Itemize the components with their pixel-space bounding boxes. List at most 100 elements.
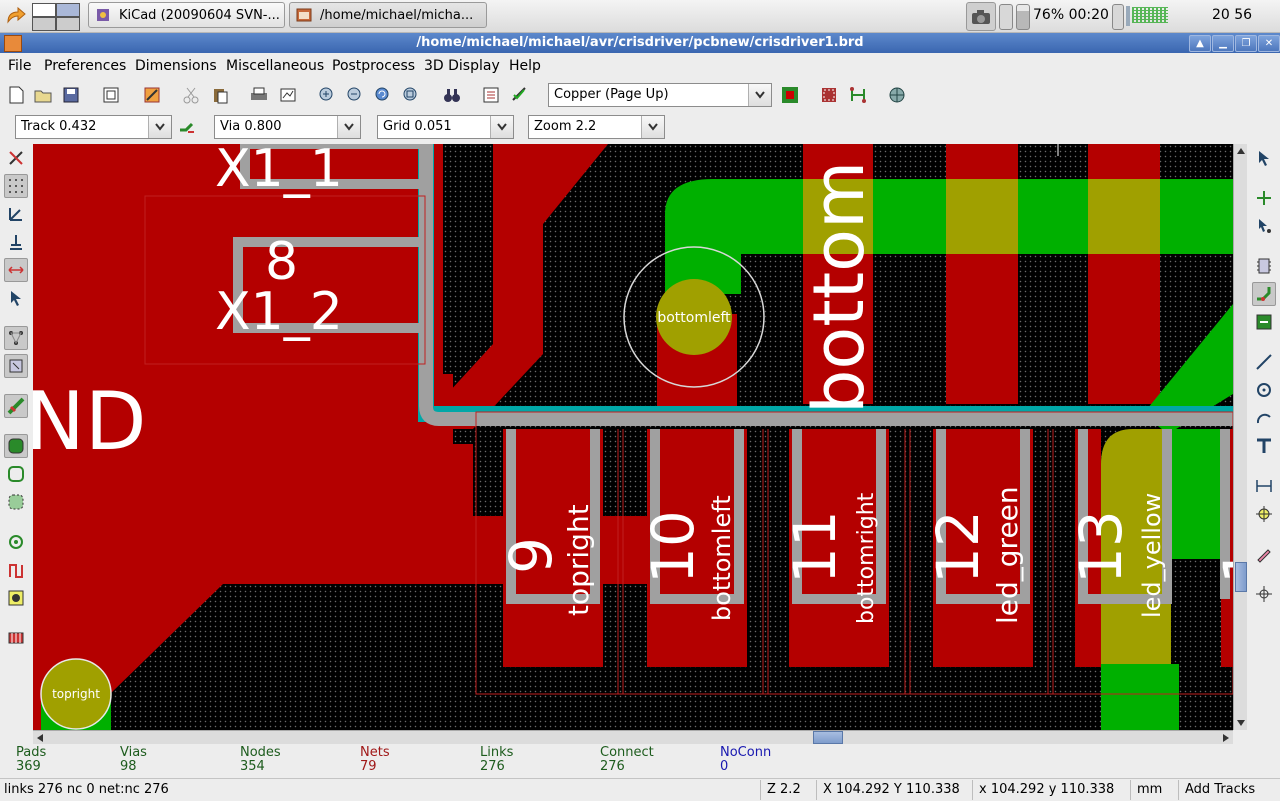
units-mm-icon[interactable] xyxy=(4,258,28,282)
new-file-icon[interactable] xyxy=(5,84,27,106)
volume-icon[interactable] xyxy=(999,4,1013,30)
workspace-3-icon[interactable] xyxy=(32,17,56,31)
menu-preferences[interactable]: Preferences xyxy=(44,58,126,74)
netlist-icon[interactable] xyxy=(480,84,502,106)
camera-icon[interactable] xyxy=(966,2,996,31)
shade-button[interactable]: ▲ xyxy=(1189,35,1211,52)
track-width-select[interactable]: Track 0.432 xyxy=(15,115,172,139)
local-ratsnest-icon[interactable] xyxy=(1252,214,1276,238)
page-settings-icon[interactable] xyxy=(100,84,122,106)
zoom-out-icon[interactable] xyxy=(344,84,366,106)
module-ratsnest-icon[interactable] xyxy=(4,354,28,378)
set-origin-icon[interactable] xyxy=(1252,582,1276,606)
show-ratsnest-icon[interactable] xyxy=(4,326,28,350)
auto-delete-track-icon[interactable] xyxy=(4,394,28,418)
add-dimension-icon[interactable] xyxy=(1252,474,1276,498)
plot-icon[interactable] xyxy=(277,84,299,106)
chevron-down-icon[interactable] xyxy=(337,116,360,138)
close-button[interactable]: ✕ xyxy=(1258,35,1280,52)
menu-postprocess[interactable]: Postprocess xyxy=(332,58,415,74)
select-arrow-icon[interactable] xyxy=(1252,146,1276,170)
auto-track-width-icon[interactable] xyxy=(176,116,198,138)
zone-sketch-icon[interactable] xyxy=(4,490,28,514)
chevron-down-icon[interactable] xyxy=(148,116,171,138)
add-module-icon[interactable] xyxy=(1252,254,1276,278)
workspace-2-icon[interactable] xyxy=(56,3,80,17)
chevron-down-icon[interactable] xyxy=(641,116,664,138)
grid-select[interactable]: Grid 0.051 xyxy=(377,115,514,139)
units-inch-icon[interactable] xyxy=(4,230,28,254)
highlight-net-icon[interactable] xyxy=(1252,186,1276,210)
pad-sketch-icon[interactable] xyxy=(4,530,28,554)
grid-toggle-icon[interactable] xyxy=(4,174,28,198)
menu-miscellaneous[interactable]: Miscellaneous xyxy=(226,58,324,74)
add-line-icon[interactable] xyxy=(1252,350,1276,374)
zoom-select[interactable]: Zoom 2.2 xyxy=(528,115,665,139)
layer-select[interactable]: Copper (Page Up) xyxy=(548,83,772,107)
zoom-fit-icon[interactable] xyxy=(400,84,422,106)
save-icon[interactable] xyxy=(60,84,82,106)
chevron-down-icon[interactable] xyxy=(748,84,771,106)
workspace-1-icon[interactable] xyxy=(32,3,56,17)
maximize-button[interactable]: ❐ xyxy=(1235,35,1257,52)
stat-links-value: 276 xyxy=(480,759,505,774)
print-icon[interactable] xyxy=(248,84,270,106)
scroll-right-icon[interactable] xyxy=(1219,731,1233,744)
workspace-4-icon[interactable] xyxy=(56,17,80,31)
scroll-down-icon[interactable] xyxy=(1235,716,1247,730)
vertical-scroll-thumb[interactable] xyxy=(1235,562,1247,592)
cut-icon[interactable] xyxy=(180,84,202,106)
web-icon[interactable] xyxy=(886,84,908,106)
drc-icon[interactable] xyxy=(509,84,531,106)
menu-3d-display[interactable]: 3D Display xyxy=(424,58,500,74)
start-arrow-icon[interactable] xyxy=(4,4,28,28)
find-icon[interactable] xyxy=(441,84,463,106)
zone-outline-icon[interactable] xyxy=(4,462,28,486)
menu-file[interactable]: File xyxy=(8,58,31,74)
stat-connect: Connect 276 xyxy=(600,746,654,774)
menubar: File Preferences Dimensions Miscellaneou… xyxy=(0,54,1280,78)
paste-icon[interactable] xyxy=(209,84,231,106)
layer-pair-icon[interactable] xyxy=(779,84,801,106)
microwave-toolbar-icon[interactable] xyxy=(4,626,28,650)
drc-off-icon[interactable] xyxy=(4,146,28,170)
cursor-shape-icon[interactable] xyxy=(4,286,28,310)
task-terminal[interactable]: /home/michael/micha... xyxy=(289,2,487,28)
horizontal-scroll-thumb[interactable] xyxy=(813,731,843,744)
cpu-meter-icon xyxy=(1112,4,1124,30)
via-size-select[interactable]: Via 0.800 xyxy=(214,115,361,139)
vertical-scrollbar[interactable] xyxy=(1233,144,1247,730)
pcb-canvas[interactable]: X1_1 8 X1_2 ND bottom 9 topright 10 bott… xyxy=(33,144,1233,730)
add-arc-icon[interactable] xyxy=(1252,406,1276,430)
redraw-icon[interactable] xyxy=(372,84,394,106)
stat-pads-value: 369 xyxy=(16,759,41,774)
minimize-button[interactable]: ▁ xyxy=(1212,35,1234,52)
ref-x1-2: X1_2 xyxy=(215,282,343,342)
autoroute-icon[interactable] xyxy=(847,84,869,106)
high-contrast-icon[interactable] xyxy=(4,586,28,610)
zoom-in-icon[interactable] xyxy=(316,84,338,106)
add-zones-icon[interactable] xyxy=(1252,310,1276,334)
chevron-down-icon[interactable] xyxy=(490,116,513,138)
options-toolbar: Track 0.432 Via 0.800 Grid 0.051 Zoom 2.… xyxy=(0,111,1280,143)
delete-icon[interactable] xyxy=(1252,542,1276,566)
autoplace-icon[interactable] xyxy=(818,84,840,106)
stat-connect-value: 276 xyxy=(600,759,625,774)
status-zoom: Z 2.2 xyxy=(760,780,816,800)
module-editor-icon[interactable] xyxy=(141,84,163,106)
track-sketch-icon[interactable] xyxy=(4,558,28,582)
open-file-icon[interactable] xyxy=(32,84,54,106)
stat-noconn-value: 0 xyxy=(720,759,729,774)
zone-fill-icon[interactable] xyxy=(4,434,28,458)
add-tracks-icon[interactable] xyxy=(1252,282,1276,306)
add-target-icon[interactable] xyxy=(1252,502,1276,526)
horizontal-scrollbar[interactable] xyxy=(33,730,1233,744)
scroll-left-icon[interactable] xyxy=(33,731,47,744)
add-text-icon[interactable] xyxy=(1252,434,1276,458)
add-circle-icon[interactable] xyxy=(1252,378,1276,402)
polar-coords-icon[interactable] xyxy=(4,202,28,226)
menu-dimensions[interactable]: Dimensions xyxy=(135,58,217,74)
scroll-up-icon[interactable] xyxy=(1235,144,1247,158)
menu-help[interactable]: Help xyxy=(509,58,541,74)
task-kicad[interactable]: KiCad (20090604 SVN-... xyxy=(88,2,285,28)
